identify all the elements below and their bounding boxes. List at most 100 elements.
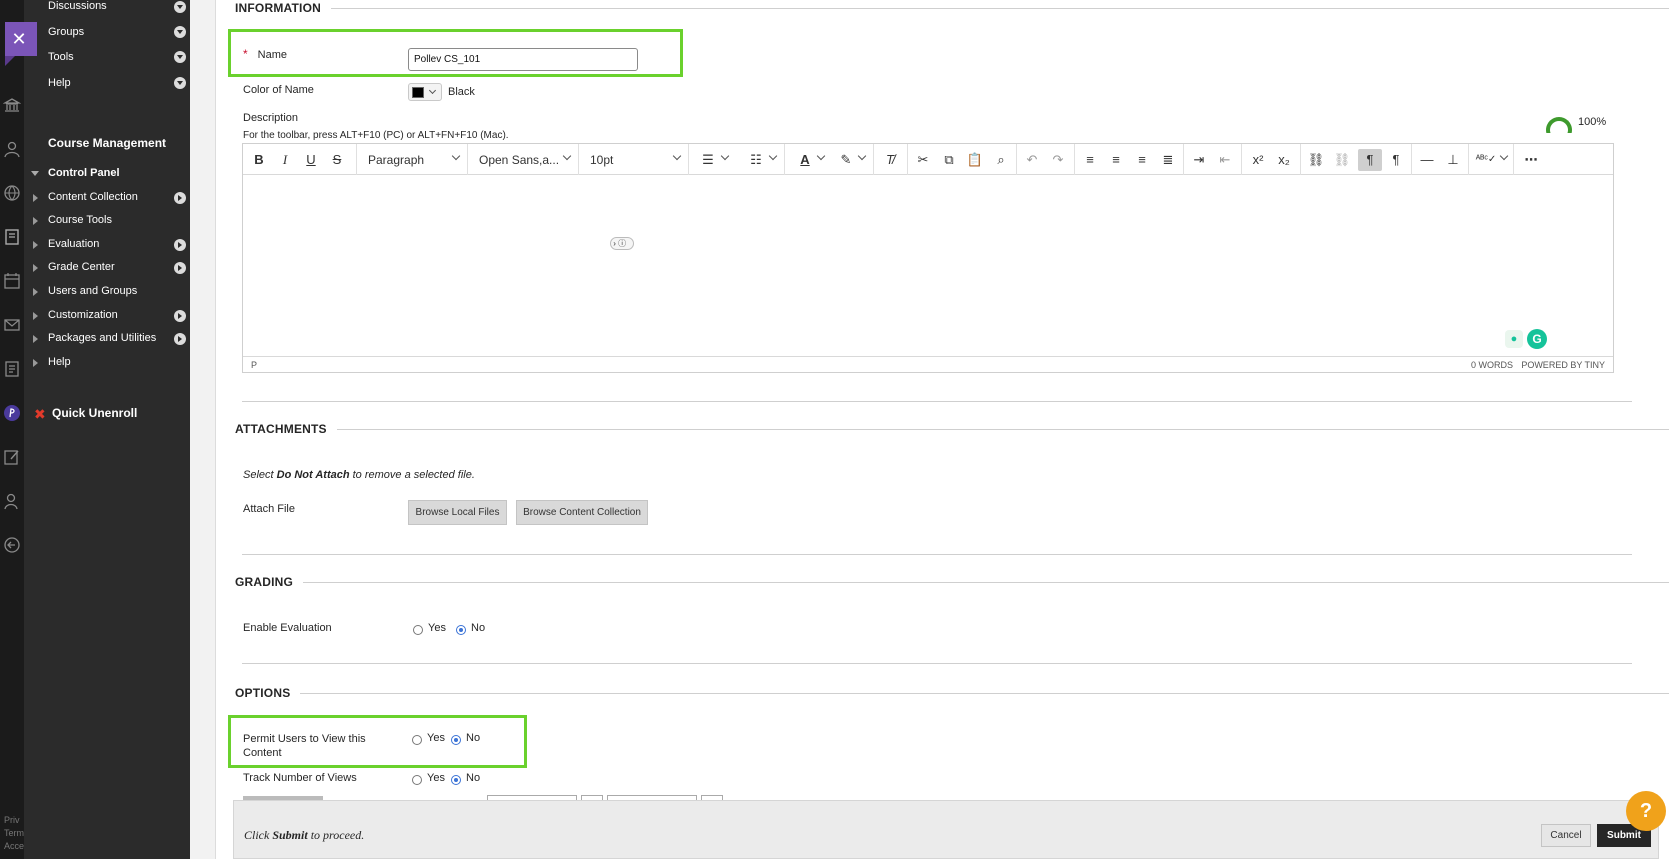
triangle-right-icon[interactable]: [33, 359, 38, 367]
copy-button[interactable]: ⧉: [939, 151, 959, 169]
control-panel-toggle[interactable]: Control Panel: [48, 167, 120, 179]
more-icon[interactable]: ⋯: [1519, 151, 1543, 169]
menu-item-discussions[interactable]: Discussions: [48, 0, 107, 12]
highlight-color-button[interactable]: ✎: [836, 151, 856, 169]
permit-yes-label[interactable]: Yes: [427, 732, 445, 744]
menu-item-help[interactable]: Help: [48, 77, 71, 89]
triangle-right-icon[interactable]: [33, 241, 38, 249]
numbered-list-button[interactable]: ☷: [746, 151, 766, 169]
align-right-button[interactable]: ≡: [1132, 151, 1152, 169]
chevron-right-icon[interactable]: [174, 333, 186, 345]
menu-item-groups[interactable]: Groups: [48, 26, 84, 38]
cp-item-grade-center[interactable]: Grade Center: [48, 261, 115, 273]
cut-button[interactable]: ✂: [913, 151, 933, 169]
pollev-icon[interactable]: [3, 404, 21, 422]
track-no-radio[interactable]: [451, 775, 461, 785]
text-color-button[interactable]: A: [795, 151, 815, 169]
triangle-right-icon[interactable]: [33, 288, 38, 296]
cp-item-evaluation[interactable]: Evaluation: [48, 238, 99, 250]
cp-item-help[interactable]: Help: [48, 356, 71, 368]
undo-button[interactable]: ↶: [1022, 151, 1042, 169]
unlink-icon[interactable]: ⛓: [1332, 151, 1352, 169]
chevron-right-icon[interactable]: [174, 310, 186, 322]
clear-formatting-button[interactable]: T̸: [880, 151, 900, 169]
globe-icon[interactable]: [3, 184, 21, 202]
powered-by-tiny[interactable]: POWERED BY TINY: [1521, 360, 1605, 370]
menu-item-tools[interactable]: Tools: [48, 51, 74, 63]
spellcheck-button[interactable]: ᴬᴮᶜ✓: [1474, 151, 1498, 169]
redo-button[interactable]: ↷: [1048, 151, 1068, 169]
name-input[interactable]: [408, 48, 638, 71]
close-menu-button[interactable]: ✕: [5, 22, 37, 66]
track-yes-label[interactable]: Yes: [427, 772, 445, 784]
user-icon[interactable]: [3, 492, 21, 510]
font-size-select[interactable]: 10pt: [590, 151, 670, 169]
horizontal-rule-button[interactable]: —: [1417, 151, 1437, 169]
align-left-button[interactable]: ≡: [1080, 151, 1100, 169]
cp-item-customization[interactable]: Customization: [48, 309, 118, 321]
evaluation-yes-radio[interactable]: [413, 625, 423, 635]
calendar-icon[interactable]: [3, 272, 21, 290]
edit-icon[interactable]: [3, 448, 21, 466]
link-icon[interactable]: ⛓: [1306, 151, 1326, 169]
chevron-down-icon[interactable]: [174, 51, 186, 63]
subscript-button[interactable]: x₂: [1274, 151, 1294, 169]
color-picker[interactable]: [408, 83, 442, 101]
profile-icon[interactable]: [3, 140, 21, 158]
triangle-right-icon[interactable]: [33, 194, 38, 202]
triangle-down-icon[interactable]: [31, 171, 39, 176]
chevron-down-icon[interactable]: [174, 26, 186, 38]
element-path[interactable]: P: [251, 360, 257, 370]
browse-local-files-button[interactable]: Browse Local Files: [408, 500, 507, 525]
accessibility-widget[interactable]: › ⓘ: [610, 237, 634, 250]
insert-content-button[interactable]: ⊥: [1443, 151, 1463, 169]
evaluation-yes-label[interactable]: Yes: [428, 622, 446, 634]
cp-item-content-collection[interactable]: Content Collection: [48, 191, 138, 203]
triangle-right-icon[interactable]: [33, 312, 38, 320]
align-center-button[interactable]: ≡: [1106, 151, 1126, 169]
permit-yes-radio[interactable]: [412, 735, 422, 745]
cp-item-course-tools[interactable]: Course Tools: [48, 214, 112, 226]
lightbulb-icon[interactable]: ●: [1505, 330, 1523, 348]
superscript-button[interactable]: x²: [1248, 151, 1268, 169]
cancel-button[interactable]: Cancel: [1541, 824, 1591, 847]
editor-body[interactable]: › ⓘ ● G: [243, 175, 1613, 356]
grades-icon[interactable]: [3, 360, 21, 378]
chevron-right-icon[interactable]: [174, 262, 186, 274]
grammarly-icon[interactable]: G: [1527, 329, 1547, 349]
quick-unenroll-link[interactable]: Quick Unenroll: [52, 406, 137, 420]
chevron-right-icon[interactable]: [174, 192, 186, 204]
find-button[interactable]: ⌕: [991, 151, 1011, 169]
chevron-down-icon[interactable]: [174, 77, 186, 89]
chevron-right-icon[interactable]: [174, 239, 186, 251]
help-icon[interactable]: ?: [1626, 791, 1666, 831]
outdent-button[interactable]: ⇤: [1215, 151, 1235, 169]
permit-no-label[interactable]: No: [466, 732, 480, 744]
cp-item-users-and-groups[interactable]: Users and Groups: [48, 285, 137, 297]
track-yes-radio[interactable]: [412, 775, 422, 785]
evaluation-no-label[interactable]: No: [471, 622, 485, 634]
chevron-down-icon[interactable]: [174, 1, 186, 13]
bold-button[interactable]: B: [251, 151, 267, 169]
underline-button[interactable]: U: [303, 151, 319, 169]
rail-footer-links[interactable]: Priv Term Acce: [4, 814, 24, 853]
courses-icon[interactable]: [3, 228, 21, 246]
triangle-right-icon[interactable]: [33, 217, 38, 225]
permit-no-radio[interactable]: [451, 735, 461, 745]
strikethrough-button[interactable]: S: [329, 151, 345, 169]
logout-icon[interactable]: [3, 536, 21, 554]
justify-button[interactable]: ≣: [1158, 151, 1178, 169]
indent-button[interactable]: ⇥: [1189, 151, 1209, 169]
triangle-right-icon[interactable]: [33, 335, 38, 343]
paste-button[interactable]: 📋: [965, 151, 985, 169]
track-no-label[interactable]: No: [466, 772, 480, 784]
cp-item-packages-and-utilities[interactable]: Packages and Utilities: [48, 332, 156, 344]
messages-icon[interactable]: [3, 316, 21, 334]
institution-icon[interactable]: [3, 96, 21, 114]
triangle-right-icon[interactable]: [33, 264, 38, 272]
bullet-list-button[interactable]: ☰: [698, 151, 718, 169]
font-family-select[interactable]: Open Sans,a...: [479, 151, 569, 169]
italic-button[interactable]: I: [277, 151, 293, 169]
block-format-select[interactable]: Paragraph: [368, 151, 458, 169]
browse-content-collection-button[interactable]: Browse Content Collection: [516, 500, 648, 525]
